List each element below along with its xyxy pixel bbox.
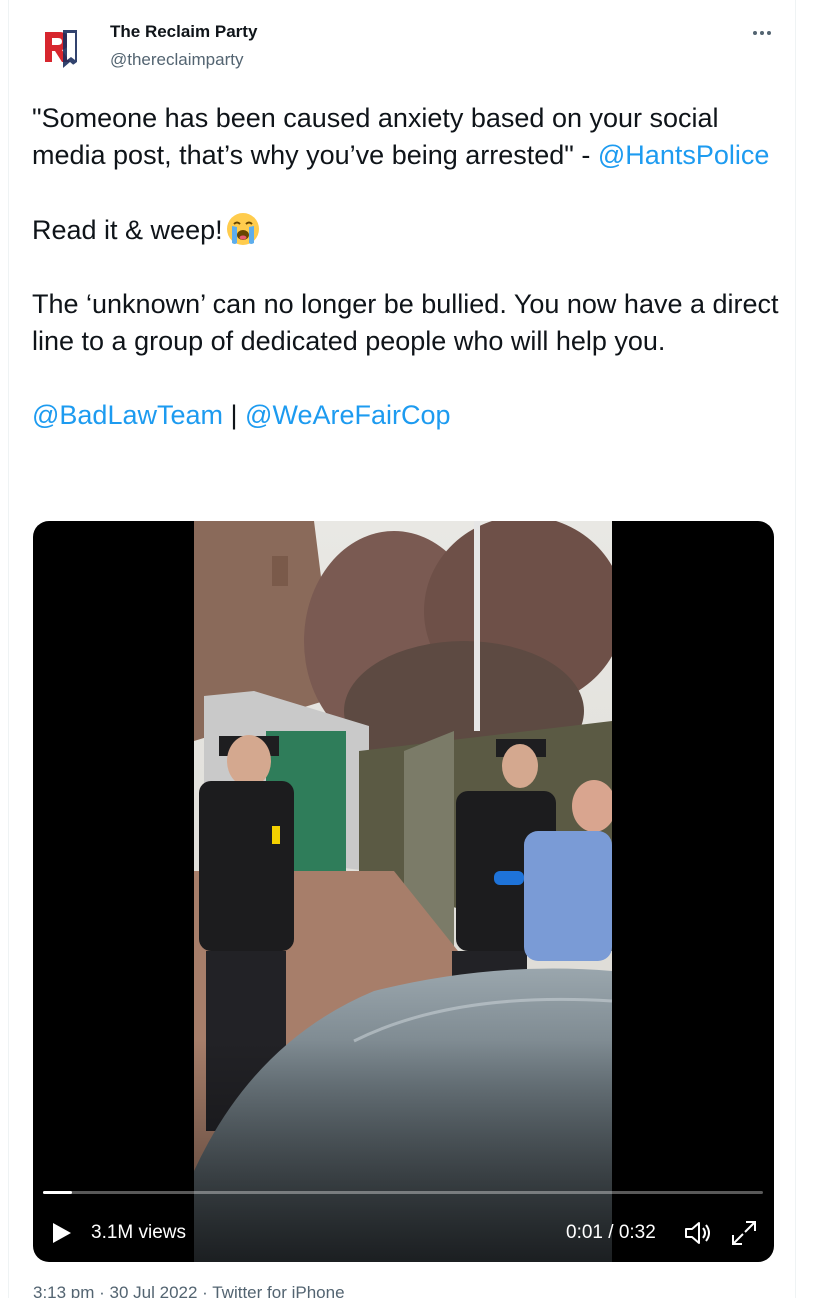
tweet-paragraph-unknown: The ‘unknown’ can no longer be bullied. … — [32, 289, 779, 356]
mention-badlawteam[interactable]: @BadLawTeam — [32, 400, 223, 430]
weep-text: Read it & weep! — [32, 215, 223, 245]
more-options-icon[interactable] — [744, 18, 780, 48]
avatar[interactable] — [37, 20, 85, 68]
play-icon[interactable] — [51, 1221, 73, 1245]
tweet-paragraph-mentions: @BadLawTeam | @WeAreFairCop — [32, 397, 782, 434]
video-thumbnail — [194, 521, 612, 1262]
mention-separator: | — [223, 400, 246, 430]
tweet-paragraph-quote: "Someone has been caused anxiety based o… — [32, 100, 782, 174]
video-time: 0:01 / 0:32 — [566, 1222, 656, 1244]
mention-hantspolice[interactable]: @HantsPolice — [598, 140, 769, 170]
video-progress-bar[interactable] — [43, 1191, 763, 1194]
fullscreen-icon[interactable] — [730, 1219, 758, 1247]
duration: 0:32 — [618, 1222, 656, 1243]
tweet-text: "Someone has been caused anxiety based o… — [32, 100, 782, 434]
current-time: 0:01 — [566, 1222, 603, 1243]
video-frame[interactable] — [194, 521, 612, 1262]
time-separator: / — [602, 1222, 619, 1243]
tweet-card: The Reclaim Party @thereclaimparty "Some… — [8, 0, 796, 1298]
mention-wearefaircop[interactable]: @WeAreFairCop — [245, 400, 450, 430]
tweet-timestamp[interactable]: 3:13 pm · 30 Jul 2022 · Twitter for iPho… — [33, 1283, 345, 1298]
tweet-paragraph-weep: Read it & weep! — [32, 211, 782, 249]
video-player[interactable]: 3.1M views 0:01 / 0:32 — [33, 521, 774, 1262]
reclaim-logo-icon — [37, 20, 85, 68]
author-name[interactable]: The Reclaim Party — [110, 22, 257, 42]
view-count: 3.1M views — [91, 1222, 187, 1243]
video-progress-fill — [43, 1191, 72, 1194]
tweet-header: The Reclaim Party @thereclaimparty — [9, 0, 797, 90]
loudly-crying-face-emoji-icon — [226, 213, 259, 245]
volume-icon[interactable] — [683, 1219, 713, 1247]
author-handle[interactable]: @thereclaimparty — [110, 50, 243, 70]
video-controls: 3.1M views 0:01 / 0:32 — [33, 1211, 774, 1251]
